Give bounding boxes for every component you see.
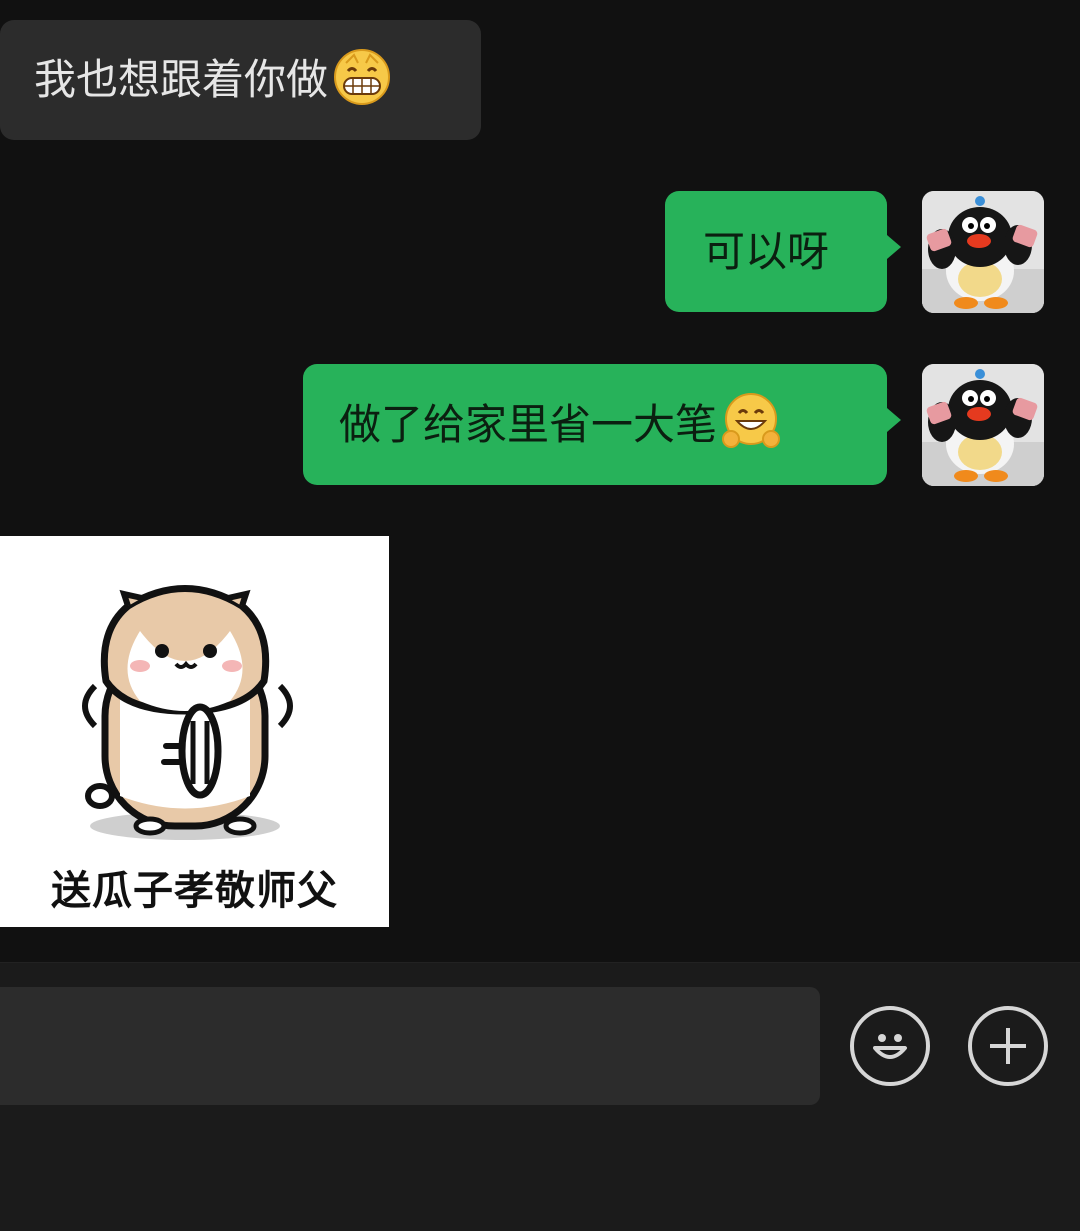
smiley-icon [873,1034,907,1059]
avatar[interactable] [922,364,1044,486]
chat-screen: 我也想跟着你做 可以呀 做了给家里省一大笔 送瓜子孝敬师父 [0,0,1080,1231]
message-input[interactable] [0,987,820,1105]
grinning-face-icon [332,47,392,114]
avatar[interactable] [922,191,1044,313]
incoming-message-bubble[interactable]: 我也想跟着你做 [0,20,481,140]
message-text: 做了给家里省一大笔 [339,399,718,449]
sticker-caption: 送瓜子孝敬师父 [51,868,338,914]
plus-icon [990,1028,1026,1064]
emoji-button[interactable] [850,1006,930,1086]
message-text: 我也想跟着你做 [34,55,329,104]
penguin-avatar-icon [922,364,1044,486]
outgoing-message-bubble[interactable]: 做了给家里省一大笔 [303,364,901,485]
penguin-avatar-icon [922,191,1044,313]
outgoing-message-bubble[interactable]: 可以呀 [665,191,901,312]
hugging-face-icon [721,391,781,458]
message-text: 可以呀 [703,226,830,276]
more-button[interactable] [968,1006,1048,1086]
